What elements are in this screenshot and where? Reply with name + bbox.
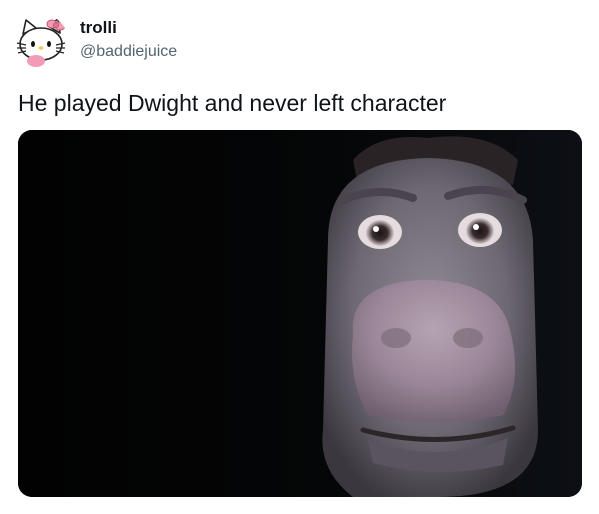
avatar[interactable]	[14, 14, 68, 68]
hello-kitty-icon	[14, 14, 68, 68]
tweet-text: He played Dwight and never left characte…	[18, 90, 447, 116]
tweet-media-image[interactable]	[18, 130, 582, 497]
user-handle[interactable]: @baddiejuice	[80, 42, 177, 62]
tweet-card: trolli @baddiejuice He played Dwight and…	[0, 0, 599, 514]
donkey-face-image	[18, 130, 582, 497]
tweet-header: trolli @baddiejuice	[80, 18, 177, 62]
display-name[interactable]: trolli	[80, 18, 177, 38]
